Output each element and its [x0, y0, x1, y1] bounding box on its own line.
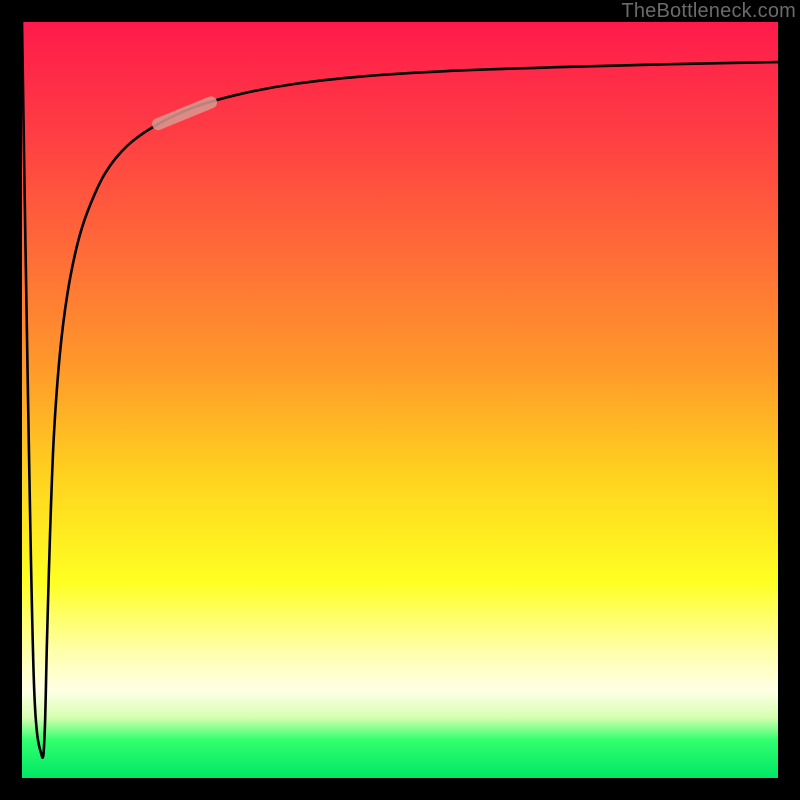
watermark-label: TheBottleneck.com	[621, 0, 796, 23]
bottleneck-curve-path	[22, 22, 778, 758]
chart-frame: TheBottleneck.com	[0, 0, 800, 800]
bottleneck-curve-highlight	[158, 102, 211, 124]
curve-layer	[22, 22, 778, 778]
